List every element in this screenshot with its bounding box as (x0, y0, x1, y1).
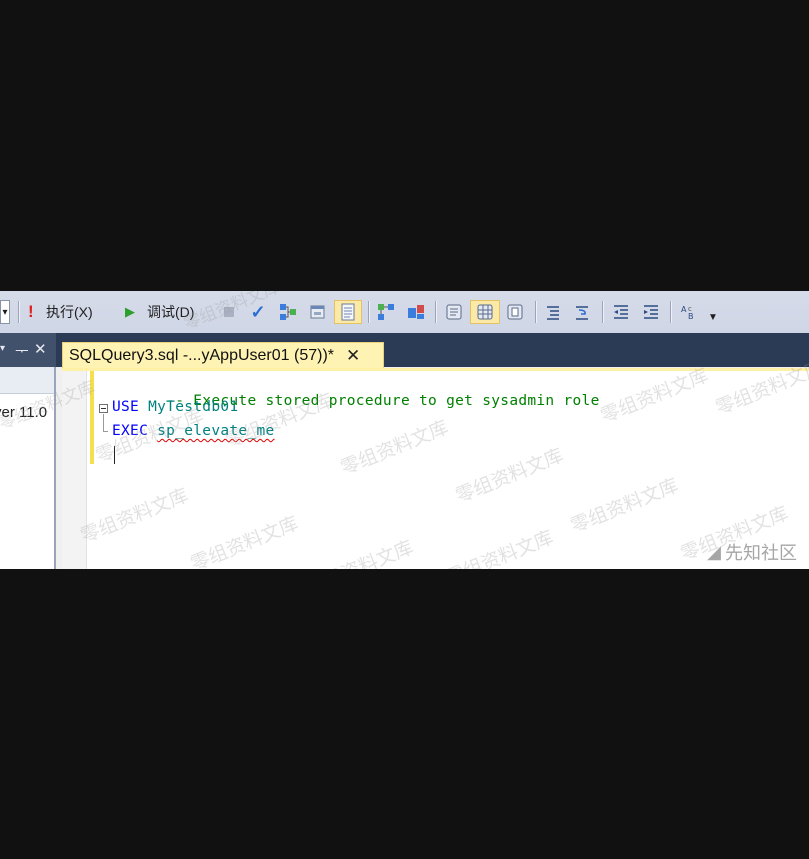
query-editor[interactable]: -- Execute stored procedure to get sysad… (62, 356, 809, 569)
panel-menu-chevron-icon[interactable]: ▾ (0, 343, 5, 354)
template-parameters-icon: ABc (681, 305, 694, 321)
query-options-button[interactable] (307, 300, 329, 324)
watermark-text: 零组资料文库 (442, 526, 557, 569)
toolbar-separator (535, 301, 537, 323)
outline-line-end (103, 431, 108, 432)
toolbar-separator (435, 301, 437, 323)
query-plan-icon (280, 304, 296, 320)
watermark-text: 零组资料文库 (567, 474, 682, 538)
results-grid-icon (477, 304, 493, 320)
brand-text: 先知社区 (725, 543, 797, 564)
execution-plan-icon (378, 304, 394, 320)
results-file-icon (507, 304, 523, 320)
toolbar-separator (368, 301, 370, 323)
close-icon[interactable]: ✕ (346, 346, 360, 366)
toolbar-overflow-button[interactable]: ▼ (706, 305, 720, 329)
results-text-icon (446, 304, 462, 320)
tab-title: SQLQuery3.sql -...yAppUser01 (57))* (69, 346, 334, 364)
pin-icon[interactable]: ᅮ (15, 340, 29, 361)
toolbar-separator (18, 301, 20, 323)
toolbar-separator (670, 301, 672, 323)
watermark-text: 零组资料文库 (302, 536, 417, 569)
sql-keyword: USE (112, 399, 140, 415)
client-statistics-button[interactable] (404, 300, 428, 324)
brand-watermark: ◢ 先知社区 (707, 539, 797, 565)
object-explorer-header: ▾ ᅮ ✕ (0, 333, 56, 367)
database-dropdown[interactable]: ▾ (0, 300, 10, 324)
toolbar-separator (602, 301, 604, 323)
uncomment-button[interactable] (570, 300, 594, 324)
svg-text:A: A (681, 305, 687, 314)
intellisense-toggle-button[interactable] (334, 300, 362, 324)
sql-editor-toolbar: ▾ ! 执行(X) ▶ 调试(D) ✓ A B c ▼ (0, 291, 809, 334)
document-icon (341, 303, 355, 321)
results-to-text-button[interactable] (441, 300, 467, 324)
chevron-down-icon: ▼ (708, 311, 718, 323)
include-actual-plan-button[interactable] (375, 300, 397, 324)
svg-text:c: c (688, 305, 692, 313)
outdent-icon (614, 305, 628, 319)
brand-logo-icon: ◢ (707, 541, 721, 563)
execute-button[interactable]: ! 执行(X) (28, 300, 110, 324)
watermark-text: 零组资料文库 (187, 512, 302, 569)
watermark-text: 零组资料文库 (452, 444, 567, 508)
ssms-window: ▾ ! 执行(X) ▶ 调试(D) ✓ A B c ▼ ▾ ᅮ ✕ er 11.… (0, 291, 809, 569)
exclamation-icon: ! (28, 302, 34, 321)
decrease-indent-button[interactable] (608, 300, 634, 324)
play-icon: ▶ (125, 304, 135, 319)
svg-text:B: B (688, 312, 694, 321)
watermark-text: 零组资料文库 (597, 364, 712, 428)
uncomment-lines-icon (576, 306, 588, 320)
results-to-grid-button[interactable] (470, 300, 500, 324)
outline-line (103, 414, 104, 432)
increase-indent-button[interactable] (638, 300, 664, 324)
watermark-text: 零组资料文库 (77, 484, 192, 548)
close-icon[interactable]: ✕ (34, 340, 47, 358)
statistics-icon (408, 305, 424, 319)
specify-template-values-button[interactable]: ABc (676, 300, 702, 324)
tab-sqlquery3[interactable]: SQLQuery3.sql -...yAppUser01 (57))* ✕ (62, 342, 384, 368)
comment-lines-icon (547, 306, 559, 320)
display-estimated-plan-button[interactable] (277, 300, 299, 324)
execute-label: 执行(X) (46, 304, 93, 320)
window-icon (310, 305, 325, 319)
comment-out-button[interactable] (541, 300, 565, 324)
collapse-icon[interactable] (99, 404, 108, 413)
indent-icon (644, 305, 658, 319)
results-to-file-button[interactable] (502, 300, 528, 324)
